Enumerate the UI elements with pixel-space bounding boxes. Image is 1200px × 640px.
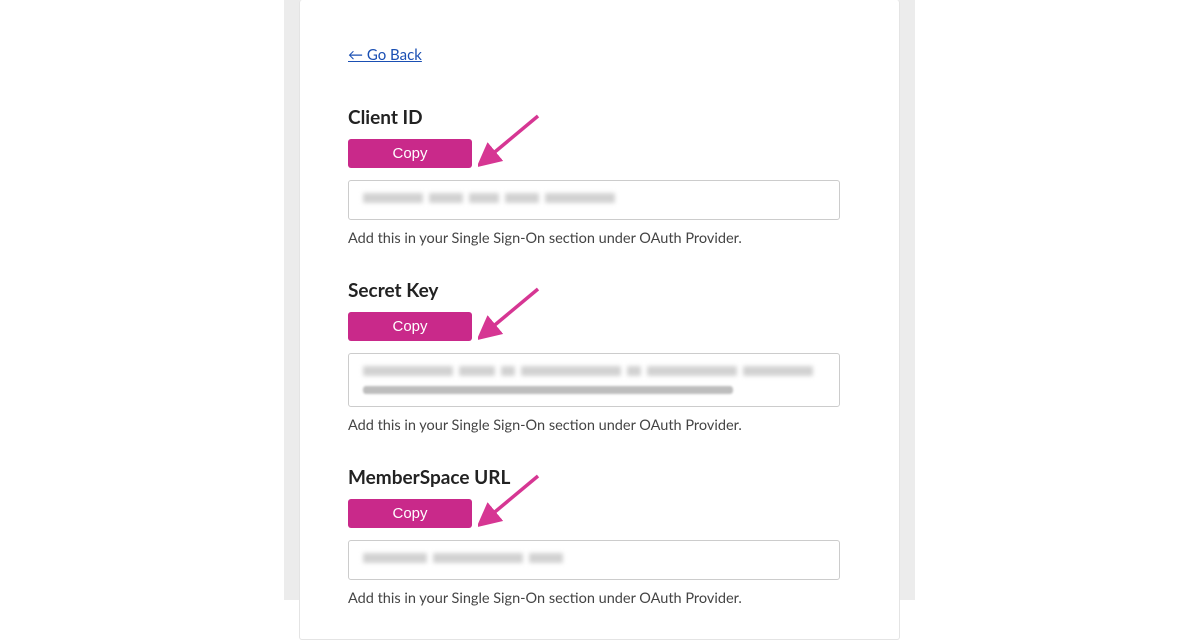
redacted-value-line2 <box>363 386 733 394</box>
helper-text: Add this in your Single Sign-On section … <box>348 230 851 247</box>
copy-button-memberspace-url[interactable]: Copy <box>348 499 472 528</box>
section-client-id: Client ID Copy Add this in your Single S… <box>348 106 851 247</box>
page-background: ← Go Back Client ID Copy Add this in you… <box>284 0 915 600</box>
section-memberspace-url: MemberSpace URL Copy Add this in your Si… <box>348 466 851 607</box>
section-title: MemberSpace URL <box>348 466 851 489</box>
section-secret-key: Secret Key Copy Add this in your Single … <box>348 279 851 434</box>
helper-text: Add this in your Single Sign-On section … <box>348 417 851 434</box>
settings-card: ← Go Back Client ID Copy Add this in you… <box>299 0 900 640</box>
section-title: Secret Key <box>348 279 851 302</box>
go-back-link[interactable]: ← Go Back <box>348 46 422 64</box>
section-title: Client ID <box>348 106 851 129</box>
secret-key-value-box[interactable] <box>348 353 840 407</box>
helper-text: Add this in your Single Sign-On section … <box>348 590 851 607</box>
copy-button-secret-key[interactable]: Copy <box>348 312 472 341</box>
memberspace-url-value-box[interactable] <box>348 540 840 580</box>
redacted-value <box>363 366 825 380</box>
redacted-value <box>363 553 825 567</box>
copy-button-client-id[interactable]: Copy <box>348 139 472 168</box>
redacted-value <box>363 193 825 207</box>
client-id-value-box[interactable] <box>348 180 840 220</box>
